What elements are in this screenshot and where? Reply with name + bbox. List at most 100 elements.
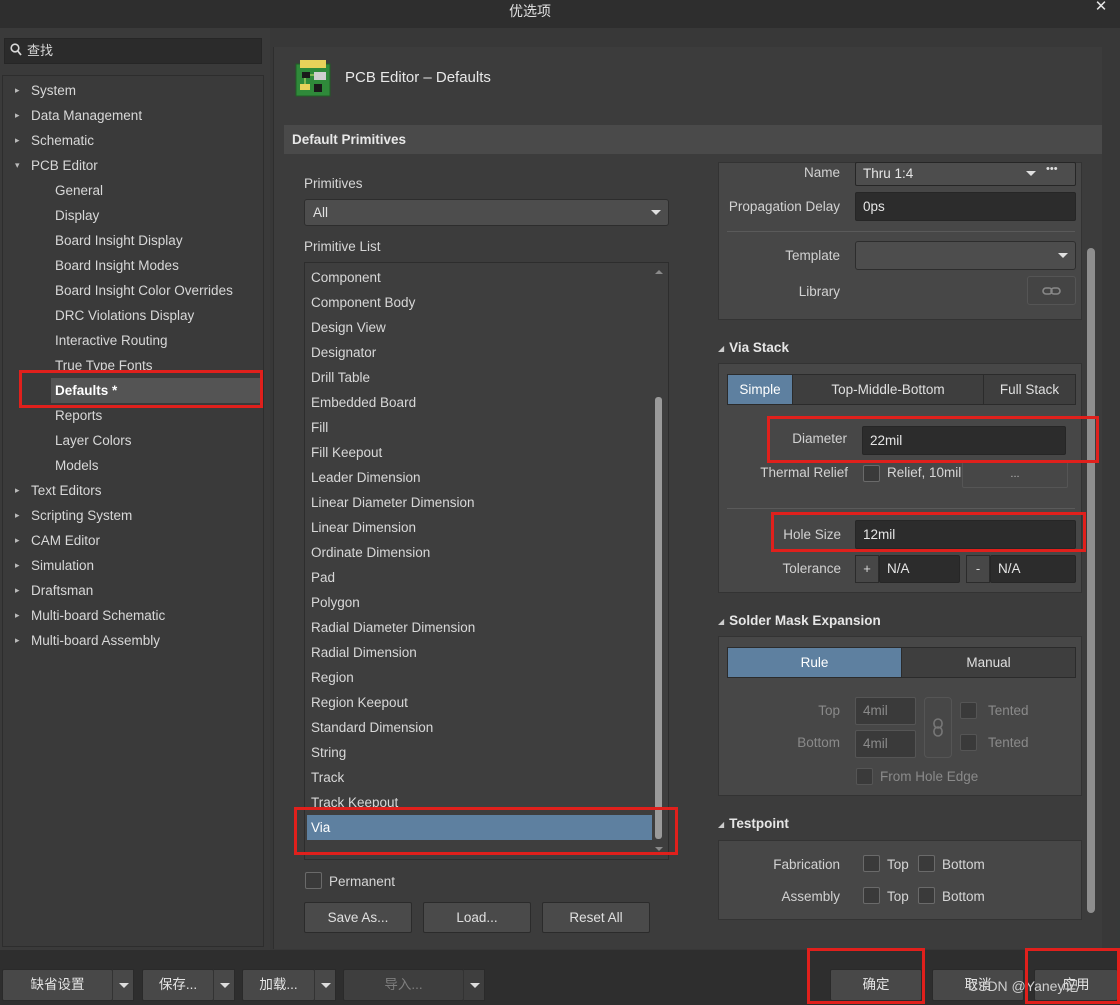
save-dropdown-icon[interactable] (213, 969, 235, 1001)
chevron-right-icon[interactable]: ▸ (15, 128, 23, 153)
thermal-relief-more-button[interactable]: ... (962, 460, 1068, 488)
tree-item[interactable]: Reports (3, 403, 263, 428)
list-item[interactable]: Linear Diameter Dimension (311, 490, 475, 515)
tented-bottom-checkbox[interactable] (960, 734, 977, 751)
fab-top-checkbox[interactable] (863, 855, 880, 872)
tree-item[interactable]: ▸ Data Management (3, 103, 263, 128)
tolerance-minus-input[interactable]: N/A (990, 555, 1076, 583)
chevron-right-icon[interactable]: ▾ (15, 153, 23, 178)
tree-item[interactable]: Display (3, 203, 263, 228)
chevron-right-icon[interactable]: ▸ (15, 578, 23, 603)
tree-item[interactable]: ▸ System (3, 78, 263, 103)
more-icon[interactable]: ••• (1046, 163, 1058, 175)
import-dropdown-icon[interactable] (463, 969, 485, 1001)
scroll-up-icon[interactable] (654, 268, 664, 276)
chevron-right-icon[interactable]: ▸ (15, 553, 23, 578)
close-icon[interactable]: ✕ (1090, 0, 1112, 18)
testpoint-group[interactable]: ◢ Testpoint (718, 816, 789, 831)
save-as-button[interactable]: Save As... (304, 902, 412, 933)
list-item[interactable]: Component (311, 265, 381, 290)
tree-item[interactable]: Board Insight Modes (3, 253, 263, 278)
diameter-input[interactable]: 22mil (862, 426, 1066, 455)
list-item[interactable]: Linear Dimension (311, 515, 416, 540)
tree-item[interactable]: ▸ CAM Editor (3, 528, 263, 553)
list-item[interactable]: Standard Dimension (311, 715, 433, 740)
list-item[interactable]: Radial Diameter Dimension (311, 615, 475, 640)
reset-all-button[interactable]: Reset All (542, 902, 650, 933)
tree-item[interactable]: Board Insight Color Overrides (3, 278, 263, 303)
tented-top-checkbox[interactable] (960, 702, 977, 719)
tree-item[interactable]: ▸ Scripting System (3, 503, 263, 528)
asm-top-checkbox[interactable] (863, 887, 880, 904)
load-button[interactable]: 加载... (242, 969, 315, 1001)
tree-item[interactable]: Interactive Routing (3, 328, 263, 353)
tree-item[interactable]: DRC Violations Display (3, 303, 263, 328)
load-dropdown-icon[interactable] (314, 969, 336, 1001)
primitive-list[interactable]: Component Component Body Design View Design… (304, 262, 669, 860)
save-button[interactable]: 保存... (142, 969, 214, 1001)
list-item[interactable]: String (311, 740, 346, 765)
mask-link-button[interactable] (924, 697, 952, 758)
list-item[interactable]: Drill Table (311, 365, 370, 390)
name-select[interactable]: Thru 1:4 (855, 162, 1076, 186)
tree-item[interactable]: General (3, 178, 263, 203)
tree-item[interactable]: ▾ PCB Editor (3, 153, 263, 178)
tree-item[interactable]: ▸ Draftsman (3, 578, 263, 603)
chevron-right-icon[interactable]: ▸ (15, 603, 23, 628)
tree-item[interactable]: ▸ Schematic (3, 128, 263, 153)
chevron-right-icon[interactable]: ▸ (15, 528, 23, 553)
list-item[interactable]: Designator (311, 340, 376, 365)
list-item[interactable]: Ordinate Dimension (311, 540, 430, 565)
tree-item[interactable]: Models (3, 453, 263, 478)
list-item[interactable]: Region (311, 665, 354, 690)
list-item[interactable]: Radial Dimension (311, 640, 417, 665)
list-item[interactable]: Pad (311, 565, 335, 590)
tab-top-middle-bottom[interactable]: Top-Middle-Bottom (792, 374, 984, 405)
propagation-delay-input[interactable]: 0ps (855, 192, 1076, 221)
list-item[interactable]: Component Body (311, 290, 415, 315)
mask-top-input[interactable]: 4mil (855, 697, 916, 725)
list-item[interactable]: Via (307, 815, 652, 840)
scroll-down-icon[interactable] (654, 845, 664, 853)
tree-item[interactable]: ▸ Multi-board Schematic (3, 603, 263, 628)
list-item[interactable]: Track Keepout (311, 790, 398, 815)
tree-item[interactable]: ▸ Text Editors (3, 478, 263, 503)
load-button[interactable]: Load... (423, 902, 531, 933)
tab-full-stack[interactable]: Full Stack (983, 374, 1076, 405)
list-item[interactable]: Fill (311, 415, 328, 440)
import-button[interactable]: 导入... (343, 969, 464, 1001)
via-stack-group[interactable]: ◢ Via Stack (718, 340, 789, 355)
list-item[interactable]: Embedded Board (311, 390, 416, 415)
tab-rule[interactable]: Rule (727, 647, 902, 678)
list-item[interactable]: Design View (311, 315, 386, 340)
tree-item[interactable]: Board Insight Display (3, 228, 263, 253)
tab-simple[interactable]: Simple (727, 374, 793, 405)
fab-bottom-checkbox[interactable] (918, 855, 935, 872)
list-item[interactable]: Fill Keepout (311, 440, 382, 465)
properties-scrollbar[interactable] (1087, 248, 1095, 913)
chevron-right-icon[interactable]: ▸ (15, 478, 23, 503)
permanent-checkbox[interactable] (305, 872, 322, 889)
library-link-button[interactable] (1027, 276, 1076, 305)
chevron-right-icon[interactable]: ▸ (15, 503, 23, 528)
list-scrollbar[interactable] (655, 397, 662, 839)
hole-size-input[interactable]: 12mil (855, 520, 1076, 549)
asm-bottom-checkbox[interactable] (918, 887, 935, 904)
from-hole-edge-checkbox[interactable] (856, 768, 873, 785)
defaults-dropdown-icon[interactable] (112, 969, 134, 1001)
tree-item[interactable]: ▸ Multi-board Assembly (3, 628, 263, 653)
template-select[interactable] (855, 241, 1076, 270)
primitives-select[interactable]: All (304, 199, 669, 226)
list-item[interactable]: Track (311, 765, 344, 790)
chevron-right-icon[interactable]: ▸ (15, 103, 23, 128)
tree-item[interactable]: Defaults * (51, 378, 263, 403)
chevron-right-icon[interactable]: ▸ (15, 628, 23, 653)
tree-item[interactable]: ▸ Simulation (3, 553, 263, 578)
thermal-relief-checkbox[interactable] (863, 465, 880, 482)
chevron-right-icon[interactable]: ▸ (15, 78, 23, 103)
tree-item[interactable]: Layer Colors (3, 428, 263, 453)
ok-button[interactable]: 确定 (830, 969, 922, 1001)
list-item[interactable]: Leader Dimension (311, 465, 421, 490)
tab-manual[interactable]: Manual (901, 647, 1076, 678)
mask-bottom-input[interactable]: 4mil (855, 730, 916, 758)
